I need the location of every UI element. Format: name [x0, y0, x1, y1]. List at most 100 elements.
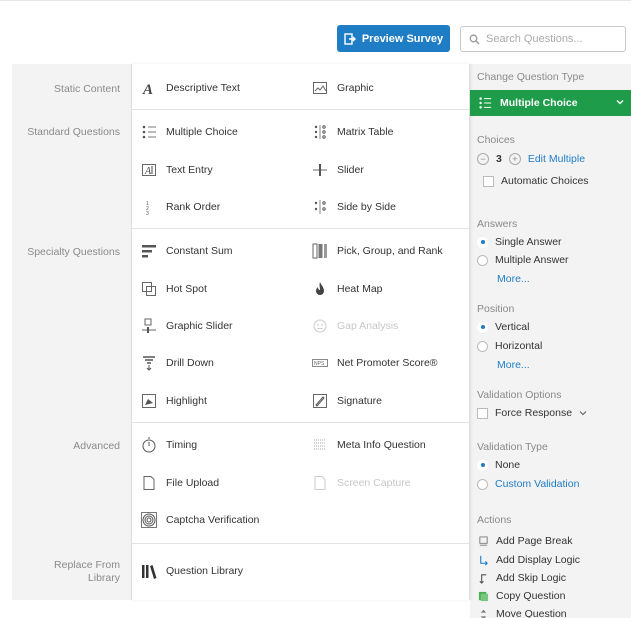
fingerprint-icon	[140, 511, 158, 529]
item-pick-group-rank[interactable]: Pick, Group, and Rank	[311, 241, 443, 261]
force-response-option[interactable]: Force Response	[477, 405, 587, 421]
flame-icon	[311, 280, 329, 298]
constant-sum-icon	[140, 242, 158, 260]
item-slider[interactable]: Slider	[311, 160, 364, 180]
multiple-answer-radio[interactable]	[477, 254, 488, 266]
chevron-down-icon	[616, 100, 624, 105]
increase-choices-button[interactable]: +	[508, 153, 521, 165]
meta-info-icon	[311, 436, 329, 454]
validation-options-heading: Validation Options	[477, 389, 562, 401]
item-drill-down[interactable]: Drill Down	[140, 353, 214, 373]
search-input[interactable]	[486, 33, 616, 45]
vertical-radio[interactable]	[477, 321, 488, 333]
vertical-option[interactable]: Vertical	[477, 319, 529, 335]
choices-stepper: − 3 + Edit Multiple	[477, 151, 585, 167]
nps-icon: NPS	[311, 354, 329, 372]
answers-more-link[interactable]: More...	[497, 273, 530, 285]
item-signature[interactable]: Signature	[311, 391, 382, 411]
validation-type-heading: Validation Type	[477, 441, 548, 453]
matrix-table-icon	[311, 123, 329, 141]
add-skip-logic-action[interactable]: Add Skip Logic	[477, 570, 566, 586]
validation-none-option[interactable]: None	[477, 457, 520, 473]
edit-multiple-link[interactable]: Edit Multiple	[528, 153, 585, 165]
move-icon	[477, 608, 489, 618]
item-graphic-slider[interactable]: Graphic Slider	[140, 316, 233, 336]
item-question-library[interactable]: Question Library	[140, 561, 243, 581]
choices-heading: Choices	[477, 134, 515, 146]
display-logic-icon	[477, 554, 489, 566]
item-matrix-table[interactable]: Matrix Table	[311, 122, 393, 142]
position-heading: Position	[477, 303, 515, 315]
library-books-icon	[140, 562, 158, 580]
category-static-content: Static Content	[54, 83, 120, 95]
pick-group-rank-icon	[311, 242, 329, 260]
validation-none-radio[interactable]	[477, 459, 488, 471]
file-icon	[140, 474, 158, 492]
position-more-link[interactable]: More...	[497, 359, 530, 371]
multiple-choice-icon	[479, 97, 492, 109]
add-display-logic-action[interactable]: Add Display Logic	[477, 552, 580, 568]
item-rank-order[interactable]: 123 Rank Order	[140, 197, 220, 217]
category-advanced: Advanced	[73, 440, 120, 452]
custom-validation-option[interactable]: Custom Validation	[477, 476, 579, 492]
single-answer-option[interactable]: Single Answer	[477, 234, 562, 250]
automatic-choices-option[interactable]: Automatic Choices	[483, 173, 589, 189]
actions-heading: Actions	[477, 514, 512, 526]
question-type-select[interactable]: Multiple Choice	[470, 90, 631, 116]
copy-icon	[477, 590, 489, 602]
text-entry-icon: A	[140, 161, 158, 179]
category-replace-from-library: Replace From Library	[54, 559, 120, 584]
stopwatch-icon	[140, 436, 158, 454]
side-by-side-icon	[311, 198, 329, 216]
gap-analysis-icon	[311, 317, 329, 335]
descriptive-text-icon: A	[140, 79, 158, 97]
graphic-slider-icon	[140, 317, 158, 335]
category-specialty-questions: Specialty Questions	[27, 246, 120, 258]
item-captcha-verification[interactable]: Captcha Verification	[140, 510, 259, 530]
multiple-choice-icon	[140, 123, 158, 141]
item-heat-map[interactable]: Heat Map	[311, 279, 383, 299]
preview-icon	[344, 32, 356, 45]
decrease-choices-button[interactable]: −	[477, 153, 489, 165]
image-icon	[311, 79, 329, 97]
single-answer-radio[interactable]	[477, 236, 488, 248]
copy-question-action[interactable]: Copy Question	[477, 588, 565, 604]
change-question-type-heading: Change Question Type	[477, 71, 585, 83]
horizontal-radio[interactable]	[477, 340, 488, 352]
item-meta-info-question[interactable]: Meta Info Question	[311, 435, 426, 455]
item-net-promoter-score[interactable]: NPS Net Promoter Score®	[311, 353, 438, 373]
item-side-by-side[interactable]: Side by Side	[311, 197, 396, 217]
move-question-action[interactable]: Move Question	[477, 606, 567, 618]
skip-logic-icon	[477, 572, 489, 584]
item-file-upload[interactable]: File Upload	[140, 473, 219, 493]
choices-count: 3	[496, 153, 502, 165]
drill-down-icon	[140, 354, 158, 372]
item-gap-analysis: Gap Analysis	[311, 316, 398, 336]
item-highlight[interactable]: Highlight	[140, 391, 207, 411]
item-multiple-choice[interactable]: Multiple Choice	[140, 122, 238, 142]
search-icon	[469, 34, 480, 44]
search-questions-box[interactable]	[460, 26, 626, 52]
preview-survey-button[interactable]: Preview Survey	[337, 25, 450, 52]
signature-icon	[311, 392, 329, 410]
category-standard-questions: Standard Questions	[27, 126, 120, 138]
chevron-down-icon[interactable]	[579, 409, 587, 417]
automatic-choices-checkbox[interactable]	[483, 175, 494, 187]
force-response-checkbox[interactable]	[477, 407, 488, 419]
add-page-break-action[interactable]: Add Page Break	[477, 533, 572, 549]
custom-validation-radio[interactable]	[477, 478, 488, 490]
item-timing[interactable]: Timing	[140, 435, 197, 455]
multiple-answer-option[interactable]: Multiple Answer	[477, 252, 569, 268]
item-text-entry[interactable]: A Text Entry	[140, 160, 213, 180]
highlight-icon	[140, 392, 158, 410]
item-hot-spot[interactable]: Hot Spot	[140, 279, 207, 299]
horizontal-option[interactable]: Horizontal	[477, 338, 542, 354]
page-break-icon	[477, 535, 489, 547]
svg-text:A: A	[144, 166, 152, 177]
screen-capture-icon	[311, 474, 329, 492]
answers-heading: Answers	[477, 218, 518, 230]
rank-order-icon: 123	[140, 198, 158, 216]
item-constant-sum[interactable]: Constant Sum	[140, 241, 233, 261]
item-descriptive-text[interactable]: A Descriptive Text	[140, 78, 240, 98]
item-graphic[interactable]: Graphic	[311, 78, 374, 98]
